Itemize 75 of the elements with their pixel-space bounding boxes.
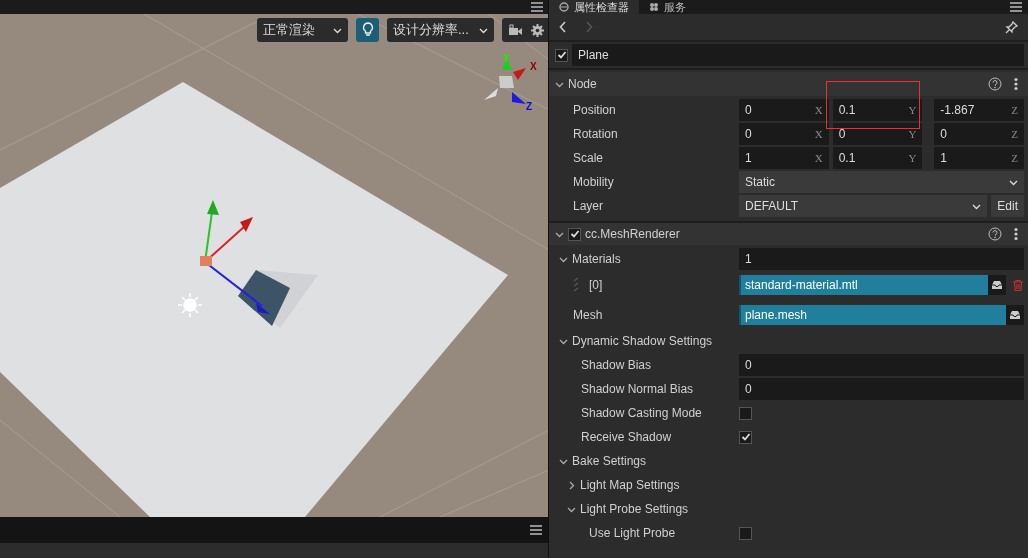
number-field[interactable]: 0.1: [832, 99, 909, 121]
edit-button[interactable]: Edit: [991, 195, 1024, 217]
checkbox[interactable]: [555, 48, 568, 62]
chevron-right-icon[interactable]: [567, 480, 576, 490]
globe-icon: [559, 2, 569, 12]
number-field[interactable]: 1: [739, 147, 815, 169]
property-label: Shadow Bias: [581, 357, 652, 374]
panel-tab[interactable]: 属性检查器: [549, 0, 639, 14]
dropdown[interactable]: DEFAULT: [739, 195, 988, 217]
number-field[interactable]: 0: [739, 123, 815, 145]
property-label: Mobility: [573, 174, 614, 191]
menu-icon[interactable]: [531, 2, 543, 12]
render-mode-dropdown[interactable]: 正常渲染: [257, 18, 348, 42]
count-field[interactable]: 1: [739, 248, 1024, 270]
number-field[interactable]: 1: [934, 147, 1012, 169]
property-label: Light Probe Settings: [580, 501, 689, 518]
inbox-icon[interactable]: [1009, 310, 1021, 320]
number-field[interactable]: 0: [739, 354, 1024, 376]
panel-drawing: [238, 270, 290, 326]
component-title: cc.MeshRenderer: [585, 226, 680, 243]
property-label: Receive Shadow: [581, 429, 672, 446]
axis-label: X: [530, 61, 537, 72]
menu-icon[interactable]: [530, 525, 542, 535]
axis-label: Y: [908, 99, 923, 121]
pin-icon[interactable]: [1005, 20, 1018, 34]
drag-handle-icon[interactable]: [573, 277, 579, 293]
help-icon[interactable]: [988, 77, 1002, 91]
resolution-dropdown[interactable]: 设计分辨率...: [387, 18, 494, 42]
number-field[interactable]: -1.867: [934, 99, 1012, 121]
property-label: [0]: [589, 277, 603, 294]
number-field[interactable]: 0: [739, 378, 1024, 400]
axis-label: Z: [1011, 99, 1024, 121]
number-field[interactable]: 0: [832, 123, 909, 145]
property-label: Dynamic Shadow Settings: [572, 333, 713, 350]
number-field[interactable]: 0: [739, 99, 815, 121]
axis-label: Z: [1011, 123, 1024, 145]
property-label: Mesh: [573, 307, 603, 324]
axis-label: Z: [1011, 147, 1024, 169]
axis-label: Y: [908, 123, 923, 145]
panel-tab[interactable]: 服务: [639, 0, 696, 14]
checkbox[interactable]: [739, 406, 752, 420]
back-icon[interactable]: [559, 21, 567, 33]
axis-label: Y: [908, 147, 923, 169]
property-label: Layer: [573, 198, 604, 215]
checkbox[interactable]: [739, 430, 752, 444]
name-field[interactable]: Plane: [572, 44, 1024, 66]
property-label: Shadow Normal Bias: [581, 381, 694, 398]
light-toggle-button[interactable]: [356, 18, 379, 42]
property-label: Use Light Probe: [589, 525, 676, 542]
property-label: Position: [573, 102, 616, 119]
checkbox[interactable]: [739, 526, 752, 540]
trash-icon[interactable]: [1012, 279, 1024, 291]
axis-label: Y: [503, 53, 510, 64]
asset-field[interactable]: standard-material.mtl: [739, 275, 988, 295]
dropdown[interactable]: Static: [739, 171, 1024, 193]
axis-label: Z: [526, 101, 533, 112]
checkbox[interactable]: [568, 227, 581, 241]
help-icon[interactable]: [988, 227, 1002, 241]
property-label: Light Map Settings: [580, 477, 680, 494]
settings-icon[interactable]: [530, 23, 544, 37]
property-label: Rotation: [573, 126, 618, 143]
dots-icon: [649, 2, 659, 12]
property-label: Bake Settings: [572, 453, 647, 470]
property-label: Scale: [573, 150, 604, 167]
property-label: Materials: [572, 251, 621, 268]
component-title: Node: [568, 76, 597, 93]
menu-icon[interactable]: [1010, 2, 1022, 12]
camera-icon[interactable]: [507, 24, 523, 36]
property-label: Shadow Casting Mode: [581, 405, 702, 422]
number-field[interactable]: 0.1: [832, 147, 909, 169]
inbox-icon[interactable]: [991, 280, 1003, 290]
asset-field[interactable]: plane.mesh: [739, 305, 1006, 325]
lightbulb-icon: [361, 22, 374, 38]
light-icon: [177, 292, 203, 318]
number-field[interactable]: 0: [934, 123, 1012, 145]
